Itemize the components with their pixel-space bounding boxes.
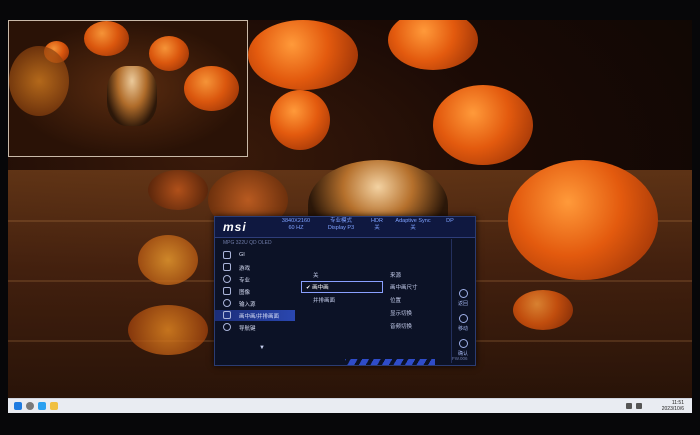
pumpkin [388, 20, 478, 70]
status-input: DP [446, 218, 454, 224]
pumpkin [184, 66, 239, 111]
gamepad-icon [223, 263, 231, 271]
status-adaptive-sync: Adaptive Sync 关 [395, 218, 431, 231]
confirm-button[interactable]: 确认 [454, 339, 472, 357]
checkmark-icon: ✔ [306, 285, 311, 291]
pumpkin [149, 36, 189, 71]
setting-source[interactable]: 来源 [390, 271, 401, 279]
status-hdr: HDR 关 [371, 218, 383, 231]
pumpkin [513, 290, 573, 330]
setting-position[interactable]: 位置 [390, 296, 401, 304]
menu-item-gi[interactable]: GI [215, 250, 295, 261]
option-off[interactable]: 关 [313, 271, 319, 279]
setting-pip-size[interactable]: 画中画尺寸 [390, 283, 418, 291]
back-button[interactable]: 返回 [454, 289, 472, 307]
confirm-icon [458, 339, 468, 348]
msi-logo: msi [223, 220, 247, 234]
browser-icon[interactable] [38, 402, 46, 410]
scroll-down-icon[interactable]: ▼ [259, 345, 265, 351]
setting-audio-switch[interactable]: 音频切换 [390, 322, 412, 330]
back-icon [458, 289, 468, 298]
autumn-leaf [138, 235, 198, 285]
taskbar: 11:51 2023/10/6 [8, 398, 692, 413]
pumpkin [433, 85, 533, 165]
search-icon[interactable] [26, 402, 34, 410]
spice-bowl [148, 170, 208, 210]
menu-item-input-source[interactable]: 输入源 [215, 298, 295, 309]
pumpkin [84, 21, 129, 56]
folder-icon[interactable] [50, 402, 58, 410]
system-clock[interactable]: 11:51 2023/10/6 [662, 400, 684, 412]
professional-icon [223, 275, 231, 283]
move-icon [458, 314, 468, 323]
option-pip[interactable]: ✔ 画中画 [301, 281, 383, 293]
menu-item-professional[interactable]: 专业 [215, 274, 295, 285]
autumn-leaf [128, 305, 208, 355]
menu-item-gaming[interactable]: 游戏 [215, 262, 295, 273]
move-button[interactable]: 移动 [454, 314, 472, 332]
pumpkin [248, 20, 358, 90]
volume-icon[interactable] [636, 403, 642, 409]
status-resolution: 3840X2160 60 HZ [281, 218, 311, 231]
pumpkin [270, 90, 330, 150]
option-pbp[interactable]: 并排画面 [313, 296, 335, 304]
image-icon [223, 287, 231, 295]
latte-cup [107, 66, 157, 126]
status-mode: 专业模式 Display P3 [327, 218, 355, 231]
osd-side-panel: 返回 移动 确认 [451, 239, 474, 363]
monitor-model: MPG 322U QD OLED [223, 240, 272, 246]
gi-icon [223, 251, 231, 259]
menu-item-image[interactable]: 图像 [215, 286, 295, 297]
menu-item-navigation[interactable]: 导航键 [215, 322, 295, 333]
osd-header: msi 3840X2160 60 HZ 专业模式 Display P3 HDR 关 A… [215, 217, 475, 238]
osd-menu: msi 3840X2160 60 HZ 专业模式 Display P3 HDR 关 A… [214, 216, 476, 366]
setting-display-switch[interactable]: 显示切换 [390, 309, 412, 317]
start-icon[interactable] [14, 402, 22, 410]
menu-item-pip-pbp[interactable]: 画中画/并排画面 [215, 310, 295, 321]
pumpkin [508, 160, 658, 280]
osd-accent-stripes [345, 359, 435, 365]
firmware-version: FW.006 [452, 356, 468, 361]
pip-window [8, 20, 248, 157]
pip-icon [223, 311, 231, 319]
input-source-icon [223, 299, 231, 307]
navigation-icon [223, 323, 231, 331]
autumn-leaf [9, 46, 69, 116]
network-icon[interactable] [626, 403, 632, 409]
